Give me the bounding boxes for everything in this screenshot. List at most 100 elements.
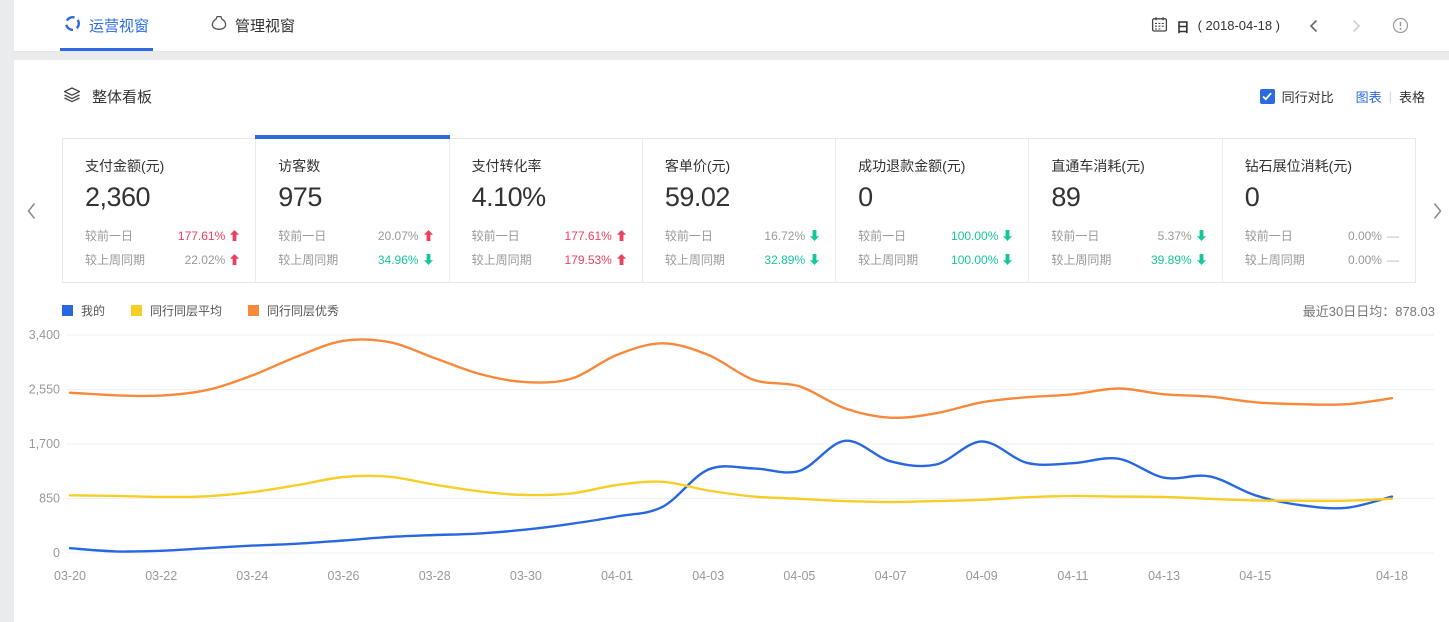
down-arrow-icon xyxy=(810,230,819,241)
card-title: 成功退款金额(元) xyxy=(858,156,1014,176)
board-title-group: 整体看板 xyxy=(62,84,152,108)
x-axis-tick-label: 04-03 xyxy=(692,569,724,583)
compare-row: 较前一日177.61% xyxy=(85,227,241,244)
x-axis-tick-label: 03-22 xyxy=(145,569,177,583)
compare-row: 较前一日0.00%— xyxy=(1245,227,1401,244)
metric-card-6[interactable]: 钻石展位消耗(元)0较前一日0.00%—较上周同期0.00%— xyxy=(1222,139,1415,282)
compare-label: 较前一日 xyxy=(1245,227,1293,244)
compare-row: 较前一日 100.00% xyxy=(858,227,1014,244)
metric-card-3[interactable]: 客单价(元)59.02较前一日16.72%较上周同期32.89% xyxy=(642,139,835,282)
dashboard-page: 运营视窗 管理视窗 日 ( 2018-04-18 ) xyxy=(14,0,1449,622)
page-title: 整体看板 xyxy=(92,86,152,107)
compare-value: 179.53% xyxy=(560,253,612,267)
y-axis-tick-label: 3,400 xyxy=(29,328,60,342)
avg-30d-note: 最近30日日均：878.03 xyxy=(1303,301,1435,320)
line-chart-svg[interactable]: 08501,7002,5503,40003-2003-2203-2403-260… xyxy=(14,324,1449,606)
card-value: 4.10% xyxy=(472,182,628,213)
date-granularity: 日 xyxy=(1176,16,1190,36)
card-compare-rows: 较前一日177.61%较上周同期179.53% xyxy=(472,227,628,268)
layers-icon xyxy=(62,84,82,108)
x-axis-tick-label: 03-24 xyxy=(236,569,268,583)
metric-card-5[interactable]: 直通车消耗(元)89较前一日5.37%较上周同期39.89% xyxy=(1028,139,1221,282)
compare-value: 177.61% xyxy=(173,229,225,243)
card-value: 975 xyxy=(278,182,434,213)
circular-segments-icon xyxy=(64,15,81,36)
x-axis-tick-label: 03-20 xyxy=(54,569,86,583)
calendar-icon xyxy=(1151,16,1168,36)
tab-operation-view[interactable]: 运营视窗 xyxy=(62,0,151,51)
compare-value: 0.00% xyxy=(1330,229,1382,243)
compare-row: 较上周同期 100.00% xyxy=(858,251,1014,268)
compare-value: 16.72% xyxy=(753,229,805,243)
x-axis-tick-label: 04-13 xyxy=(1148,569,1180,583)
card-value: 89 xyxy=(1051,182,1207,213)
card-compare-rows: 较前一日5.37%较上周同期39.89% xyxy=(1051,227,1207,268)
compare-value: 100.00% xyxy=(946,229,998,243)
card-compare-rows: 较前一日177.61% 较上周同期22.02% xyxy=(85,227,241,268)
down-arrow-icon xyxy=(1197,230,1206,241)
card-title: 客单价(元) xyxy=(665,156,821,176)
series-line-同行同层优秀 xyxy=(70,339,1392,417)
header-controls: 日 ( 2018-04-18 ) xyxy=(1151,15,1411,36)
compare-label: 较上周同期 xyxy=(85,251,145,268)
peer-compare-label[interactable]: 同行对比 xyxy=(1282,87,1334,106)
card-title: 支付金额(元) xyxy=(85,156,241,176)
compare-label: 较上周同期 xyxy=(858,251,918,268)
x-axis-tick-label: 04-07 xyxy=(875,569,907,583)
date-picker[interactable]: 日 ( 2018-04-18 ) xyxy=(1151,16,1280,36)
compare-value: 32.89% xyxy=(753,253,805,267)
main-panel: 整体看板 同行对比 图表 | 表格 支付金额(元)2,360较前一日177.61… xyxy=(14,60,1449,622)
board-header: 整体看板 同行对比 图表 | 表格 xyxy=(14,60,1449,108)
metric-card-0[interactable]: 支付金额(元)2,360较前一日177.61%较上周同期22.02% xyxy=(63,139,255,282)
down-arrow-icon xyxy=(1003,230,1012,241)
y-axis-tick-label: 2,550 xyxy=(29,383,60,397)
legend-label: 我的 xyxy=(81,302,105,319)
peer-compare-checkbox[interactable] xyxy=(1260,89,1275,104)
x-axis-tick-label: 04-15 xyxy=(1239,569,1271,583)
compare-value: 0.00% xyxy=(1330,253,1382,267)
x-axis-tick-label: 04-11 xyxy=(1057,569,1088,583)
cards-scroll-right-button[interactable] xyxy=(1432,201,1443,221)
compare-value: 34.96% xyxy=(367,253,419,267)
money-pouch-icon xyxy=(211,15,227,36)
view-toggle-chart[interactable]: 图表 xyxy=(1356,87,1382,106)
up-arrow-icon xyxy=(230,230,239,241)
next-day-button[interactable] xyxy=(1348,16,1364,36)
compare-row: 较上周同期22.02% xyxy=(85,251,241,268)
legend-item[interactable]: 同行同层平均 xyxy=(131,302,222,319)
cards-scroll-left-button[interactable] xyxy=(26,201,37,221)
legend-swatch xyxy=(62,305,73,316)
legend-item[interactable]: 我的 xyxy=(62,302,105,319)
metric-card-4[interactable]: 成功退款金额(元)0较前一日100.00%较上周同期100.00% xyxy=(835,139,1028,282)
tab-management-view[interactable]: 管理视窗 xyxy=(209,0,297,51)
metric-cards-row: 支付金额(元)2,360较前一日177.61%较上周同期22.02%访客数975… xyxy=(62,138,1416,283)
compare-label: 较前一日 xyxy=(665,227,713,244)
metric-card-1[interactable]: 访客数975较前一日20.07%较上周同期34.96% xyxy=(255,139,448,282)
compare-value: 20.07% xyxy=(367,229,419,243)
down-arrow-icon xyxy=(1003,254,1012,265)
up-arrow-icon xyxy=(617,254,626,265)
compare-row: 较前一日 16.72% xyxy=(665,227,821,244)
x-axis-tick-label: 04-18 xyxy=(1376,569,1408,583)
card-compare-rows: 较前一日0.00%—较上周同期0.00%— xyxy=(1245,227,1401,268)
view-toggle-table[interactable]: 表格 xyxy=(1399,87,1425,106)
down-arrow-icon xyxy=(810,254,819,265)
compare-label: 较前一日 xyxy=(858,227,906,244)
metric-card-2[interactable]: 支付转化率 4.10% 较前一日177.61%较上周同期179.53% xyxy=(449,139,642,282)
card-compare-rows: 较前一日16.72%较上周同期32.89% xyxy=(665,227,821,268)
card-title: 支付转化率 xyxy=(472,156,628,176)
prev-day-button[interactable] xyxy=(1306,16,1322,36)
x-axis-tick-label: 03-30 xyxy=(510,569,542,583)
tab-label: 运营视窗 xyxy=(89,15,149,36)
y-axis-tick-label: 0 xyxy=(53,546,60,560)
legend-label: 同行同层优秀 xyxy=(267,302,339,319)
card-value: 0 xyxy=(1245,182,1401,213)
info-icon[interactable] xyxy=(1390,15,1411,36)
compare-label: 较前一日 xyxy=(472,227,520,244)
compare-row: 较上周同期0.00%— xyxy=(1245,251,1401,268)
compare-value: 100.00% xyxy=(946,253,998,267)
legend-item[interactable]: 同行同层优秀 xyxy=(248,302,339,319)
no-change-dash-icon: — xyxy=(1387,253,1399,267)
up-arrow-icon xyxy=(617,230,626,241)
compare-label: 较前一日 xyxy=(278,227,326,244)
